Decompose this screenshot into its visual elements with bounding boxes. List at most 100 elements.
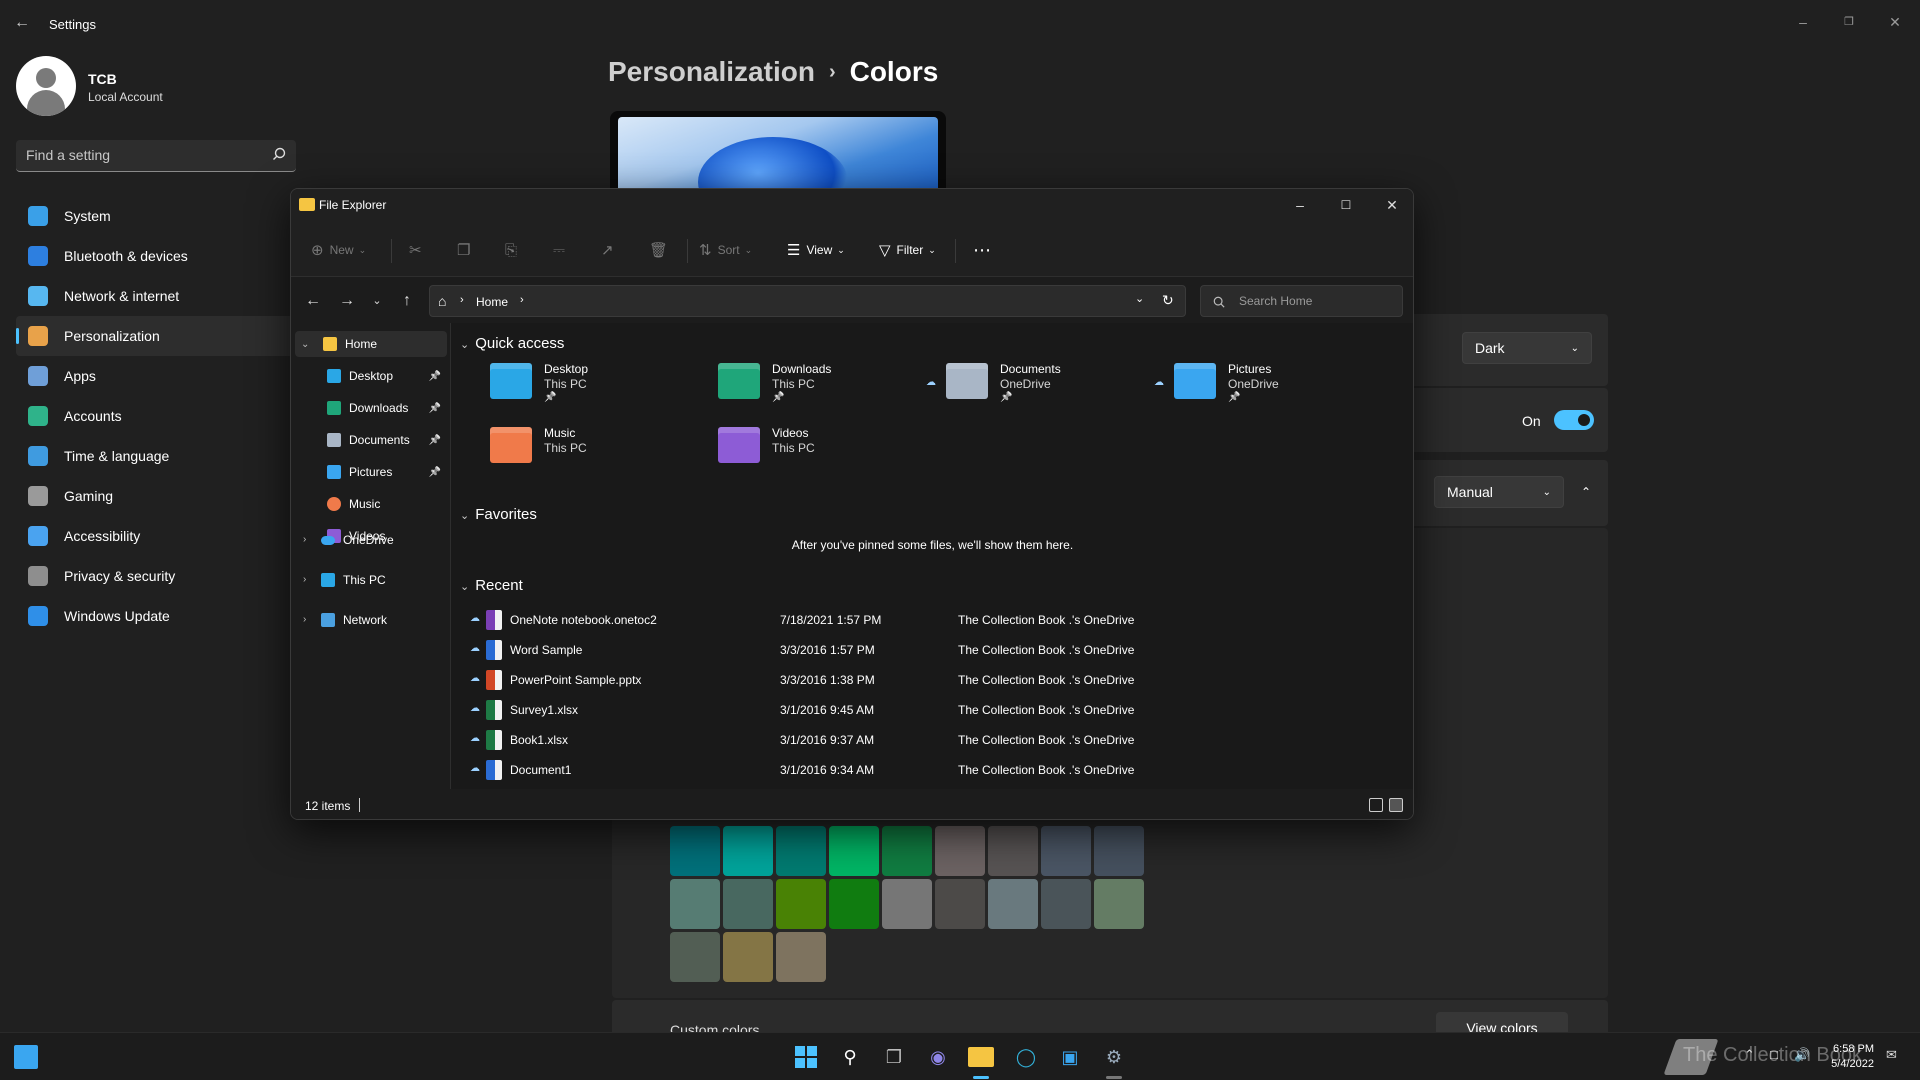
color-swatch[interactable] xyxy=(882,826,932,876)
explorer-search[interactable] xyxy=(1200,285,1403,317)
color-swatch[interactable] xyxy=(829,826,879,876)
chevron-up-icon[interactable]: ⌃ xyxy=(1574,476,1598,508)
color-swatch[interactable] xyxy=(723,826,773,876)
minimize-button[interactable]: – xyxy=(1277,189,1323,221)
minimize-button[interactable]: – xyxy=(1780,8,1826,36)
tree-item-network[interactable]: › Network xyxy=(295,607,447,633)
color-swatch[interactable] xyxy=(776,826,826,876)
color-swatch[interactable] xyxy=(1041,826,1091,876)
color-swatch[interactable] xyxy=(1094,826,1144,876)
nav-item-accounts[interactable]: Accounts xyxy=(16,396,296,436)
share-icon[interactable]: ↗ xyxy=(601,239,620,261)
tree-item-desktop[interactable]: Desktop 📌 xyxy=(327,363,447,389)
section-quick-access[interactable]: ⌄ Quick access xyxy=(460,335,564,352)
section-recent[interactable]: ⌄ Recent xyxy=(460,577,523,594)
tree-item-onedrive[interactable]: › OneDrive xyxy=(295,527,447,553)
tree-item-documents[interactable]: Documents 📌 xyxy=(327,427,447,453)
tree-item-pictures[interactable]: Pictures 📌 xyxy=(327,459,447,485)
volume-icon[interactable]: 🔊 xyxy=(1794,1047,1810,1063)
view-button[interactable]: ☰ View ⌄ xyxy=(787,239,845,261)
nav-item-personalization[interactable]: Personalization xyxy=(16,316,296,356)
nav-item-network-internet[interactable]: Network & internet xyxy=(16,276,296,316)
widgets-icon[interactable] xyxy=(14,1045,38,1069)
forward-arrow-icon[interactable]: → xyxy=(335,289,359,313)
edge-icon[interactable]: ◯ xyxy=(1012,1043,1040,1071)
color-swatch[interactable] xyxy=(1094,879,1144,929)
color-swatch[interactable] xyxy=(988,879,1038,929)
address-crumb-home[interactable]: Home xyxy=(476,295,508,309)
store-icon[interactable]: ▣ xyxy=(1056,1043,1084,1071)
restore-button[interactable]: ❐ xyxy=(1826,8,1872,36)
search-icon[interactable]: ⚲ xyxy=(836,1043,864,1071)
refresh-icon[interactable]: ↻ xyxy=(1162,292,1174,309)
tree-item-home[interactable]: ⌄ Home xyxy=(295,331,447,357)
tiles-view-icon[interactable] xyxy=(1389,798,1403,812)
quick-access-desktop[interactable]: Desktop This PC 📌 xyxy=(464,359,674,411)
chevron-up-icon[interactable]: ⌃ xyxy=(1744,1047,1755,1063)
more-options-icon[interactable]: ⋯ xyxy=(973,239,991,261)
color-swatch[interactable] xyxy=(670,826,720,876)
maximize-button[interactable]: ☐ xyxy=(1323,189,1369,221)
address-bar[interactable]: ⌂ › Home › ⌄ ↻ xyxy=(429,285,1186,317)
sort-button[interactable]: ⇅ Sort ⌄ xyxy=(699,239,752,261)
tree-item-music[interactable]: Music xyxy=(327,491,447,517)
nav-item-accessibility[interactable]: Accessibility xyxy=(16,516,296,556)
color-swatch[interactable] xyxy=(670,932,720,982)
color-swatch[interactable] xyxy=(776,932,826,982)
notifications-icon[interactable]: ✉ xyxy=(1886,1047,1897,1063)
recent-file-row[interactable]: ☁ OneNote notebook.onetoc2 7/18/2021 1:57 … xyxy=(452,605,1413,635)
chat-icon[interactable]: ◉ xyxy=(924,1043,952,1071)
details-view-icon[interactable] xyxy=(1369,798,1383,812)
tree-item-thispc[interactable]: › This PC xyxy=(295,567,447,593)
back-arrow-icon[interactable]: ← xyxy=(301,289,325,313)
pin-icon[interactable]: 📌 xyxy=(429,371,441,382)
recent-file-row[interactable]: ☁ Survey1.xlsx 3/1/2016 9:45 AM The Collect… xyxy=(452,695,1413,725)
search-input[interactable] xyxy=(26,147,266,163)
copy-icon[interactable]: ❐ xyxy=(457,239,476,261)
color-swatch[interactable] xyxy=(723,932,773,982)
color-swatch[interactable] xyxy=(776,879,826,929)
pin-icon[interactable]: 📌 xyxy=(429,467,441,478)
settings-search[interactable] xyxy=(16,140,296,172)
color-swatch[interactable] xyxy=(723,879,773,929)
color-swatch[interactable] xyxy=(670,879,720,929)
task-view-icon[interactable]: ❐ xyxy=(880,1043,908,1071)
clock[interactable]: 6:58 PM 5/4/2022 xyxy=(1831,1042,1874,1072)
pin-icon[interactable]: 📌 xyxy=(429,403,441,414)
chevron-down-icon[interactable]: ⌄ xyxy=(1135,292,1144,305)
new-button[interactable]: ⊕ New ⌄ xyxy=(311,239,366,261)
filter-button[interactable]: ▽ Filter ⌄ xyxy=(879,239,936,261)
recent-file-row[interactable]: ☁ Word Sample 3/3/2016 1:57 PM The Collecti… xyxy=(452,635,1413,665)
tree-item-downloads[interactable]: Downloads 📌 xyxy=(327,395,447,421)
nav-item-system[interactable]: System xyxy=(16,196,296,236)
color-swatch[interactable] xyxy=(935,826,985,876)
recent-file-row[interactable]: ☁ PowerPoint Sample.pptx 3/3/2016 1:38 PM T… xyxy=(452,665,1413,695)
mode-dropdown[interactable]: Dark ⌄ xyxy=(1462,332,1592,364)
pin-icon[interactable]: 📌 xyxy=(429,435,441,446)
color-swatch[interactable] xyxy=(829,879,879,929)
quick-access-videos[interactable]: Videos This PC xyxy=(692,423,902,475)
quick-access-music[interactable]: Music This PC xyxy=(464,423,674,475)
color-swatch[interactable] xyxy=(935,879,985,929)
recent-file-row[interactable]: ☁ Document1 3/1/2016 9:34 AM The Collection… xyxy=(452,755,1413,785)
recent-locations-icon[interactable]: ⌄ xyxy=(365,289,389,313)
start-icon[interactable] xyxy=(792,1043,820,1071)
network-icon[interactable]: □ xyxy=(1770,1047,1778,1062)
section-favorites[interactable]: ⌄ Favorites xyxy=(460,506,537,523)
transparency-toggle[interactable] xyxy=(1554,410,1594,430)
nav-item-time-language[interactable]: Time & language xyxy=(16,436,296,476)
recent-file-row[interactable]: ☁ Book1.xlsx 3/1/2016 9:37 AM The Collectio… xyxy=(452,725,1413,755)
color-swatch[interactable] xyxy=(1041,879,1091,929)
nav-item-gaming[interactable]: Gaming xyxy=(16,476,296,516)
accent-dropdown[interactable]: Manual ⌄ xyxy=(1434,476,1564,508)
paste-icon[interactable]: ⎘ xyxy=(505,239,523,261)
cut-icon[interactable]: ✂ xyxy=(409,239,428,261)
nav-item-bluetooth-devices[interactable]: Bluetooth & devices xyxy=(16,236,296,276)
search-input[interactable] xyxy=(1239,294,1389,308)
nav-item-windows-update[interactable]: Windows Update xyxy=(16,596,296,636)
file-explorer-icon[interactable] xyxy=(968,1047,994,1067)
close-button[interactable]: ✕ xyxy=(1369,189,1413,221)
nav-item-privacy-security[interactable]: Privacy & security xyxy=(16,556,296,596)
quick-access-documents[interactable]: ☁ Documents OneDrive 📌 xyxy=(920,359,1130,411)
quick-access-pictures[interactable]: ☁ Pictures OneDrive 📌 xyxy=(1148,359,1358,411)
